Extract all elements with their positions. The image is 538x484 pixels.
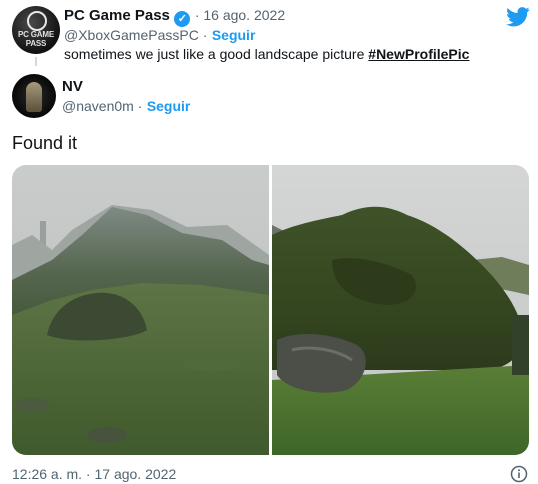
author-avatar[interactable] (12, 74, 56, 118)
timestamp[interactable]: 12:26 a. m. · 17 ago. 2022 (12, 466, 176, 482)
tweet-text: Found it (12, 133, 78, 153)
author-handle-line: @naven0m · Seguir (62, 98, 190, 116)
hashtag-link[interactable]: #NewProfilePic (368, 46, 469, 62)
thread-line (35, 57, 37, 66)
quoted-handle-line: @XboxGamePassPC · Seguir (64, 27, 255, 45)
landscape-image-right (272, 165, 529, 455)
quoted-follow-button[interactable]: Seguir (212, 27, 256, 43)
quoted-header-line: PC Game Pass ✓ · 16 ago. 2022 (64, 7, 285, 27)
avatar-text: PC GAME PASS (18, 30, 54, 48)
landscape-photo-left[interactable] (12, 165, 269, 455)
info-icon[interactable] (510, 465, 528, 483)
author-follow-button[interactable]: Seguir (147, 98, 191, 114)
photo-divider (269, 165, 272, 455)
pc-game-pass-avatar[interactable]: PC GAME PASS (12, 6, 60, 54)
avatar-figure (26, 82, 42, 112)
quoted-date[interactable]: · 16 ago. 2022 (195, 7, 285, 23)
verified-badge-icon: ✓ (174, 11, 191, 27)
quoted-text: sometimes we just like a good landscape … (64, 46, 365, 62)
twitter-bird-icon[interactable] (506, 7, 530, 27)
quoted-handle[interactable]: @XboxGamePassPC · (64, 27, 207, 43)
author-name-line: NV (62, 78, 83, 96)
author-handle[interactable]: @naven0m · (62, 98, 142, 114)
landscape-image-left (12, 165, 269, 455)
landscape-photo-right[interactable] (272, 165, 529, 455)
xbox-logo-icon (27, 11, 47, 31)
quoted-tweet-text: sometimes we just like a good landscape … (64, 46, 469, 62)
quoted-author-name[interactable]: PC Game Pass (64, 7, 170, 24)
author-name[interactable]: NV (62, 78, 83, 95)
